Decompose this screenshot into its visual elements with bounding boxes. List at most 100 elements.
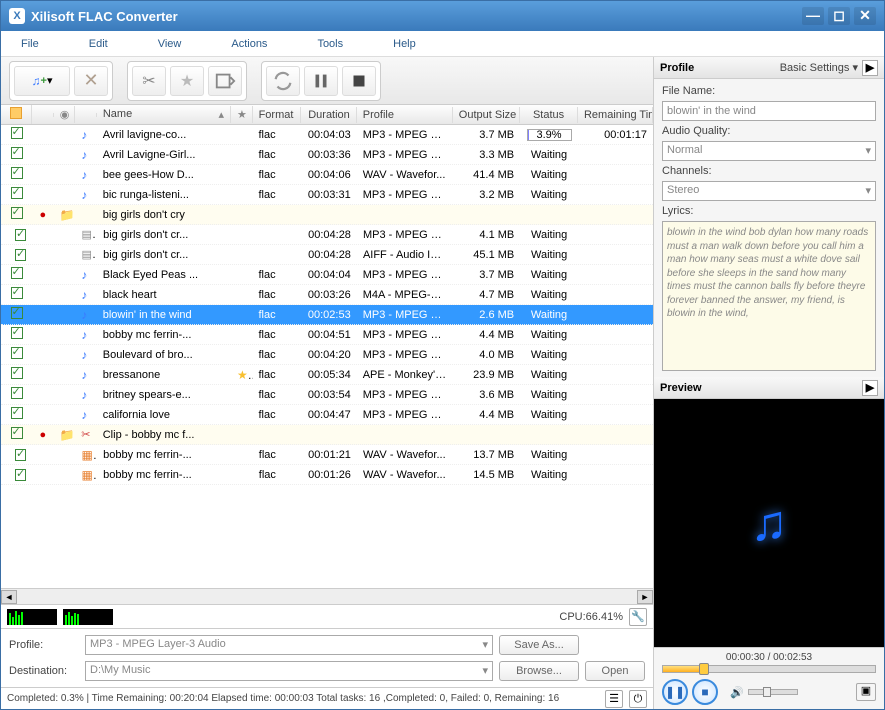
- table-row[interactable]: ♪black heartflac00:03:26M4A - MPEG-4 A..…: [1, 285, 653, 305]
- row-status: Waiting: [520, 467, 578, 483]
- col-status[interactable]: Status: [520, 107, 578, 123]
- menu-actions[interactable]: Actions: [221, 34, 277, 54]
- stop-playback-button[interactable]: ■: [692, 679, 718, 705]
- select-all-checkbox[interactable]: [10, 107, 22, 119]
- row-checkbox[interactable]: [11, 427, 23, 439]
- star-icon[interactable]: ★: [237, 368, 253, 382]
- destination-combo[interactable]: D:\My Music: [85, 661, 493, 681]
- row-checkbox[interactable]: [11, 127, 23, 139]
- browse-button[interactable]: Browse...: [499, 661, 579, 681]
- disc-icon[interactable]: ◉: [54, 106, 76, 123]
- table-row[interactable]: ♪Avril Lavigne-Girl...flac00:03:36MP3 - …: [1, 145, 653, 165]
- stop-button[interactable]: [342, 66, 376, 96]
- row-checkbox[interactable]: [11, 407, 23, 419]
- table-row[interactable]: ●📁big girls don't cry: [1, 205, 653, 225]
- row-checkbox[interactable]: [15, 229, 26, 241]
- col-format[interactable]: Format: [253, 107, 301, 123]
- table-row[interactable]: ▤big girls don't cr...00:04:28AIFF - Aud…: [1, 245, 653, 265]
- favorite-button[interactable]: ★: [170, 66, 204, 96]
- volume-slider[interactable]: [748, 689, 798, 695]
- table-row[interactable]: ♪blowin' in the windflac00:02:53MP3 - MP…: [1, 305, 653, 325]
- convert-button[interactable]: [266, 66, 300, 96]
- add-file-button[interactable]: ♫+ ▾: [14, 66, 70, 96]
- table-row[interactable]: ▤big girls don't cr...00:04:28MP3 - MPEG…: [1, 225, 653, 245]
- row-checkbox[interactable]: [11, 267, 23, 279]
- snapshot-button[interactable]: ▣: [856, 683, 876, 701]
- lyrics-textarea[interactable]: blowin in the wind bob dylan how many ro…: [662, 221, 876, 371]
- actions-on-done-icon[interactable]: ⏻: [629, 690, 647, 708]
- table-row[interactable]: ♪bic runga-listeni...flac00:03:31MP3 - M…: [1, 185, 653, 205]
- scroll-right-icon[interactable]: ►: [637, 590, 653, 604]
- volume-icon[interactable]: 🔊: [730, 686, 744, 699]
- file-grid[interactable]: ♪Avril lavigne-co...flac00:04:03MP3 - MP…: [1, 125, 653, 588]
- menu-help[interactable]: Help: [383, 34, 426, 54]
- col-star[interactable]: ★: [231, 106, 253, 123]
- list-view-icon[interactable]: ☰: [605, 690, 623, 708]
- row-name: black heart: [97, 287, 231, 303]
- lyrics-label: Lyrics:: [662, 205, 876, 217]
- profile-combo[interactable]: MP3 - MPEG Layer-3 Audio: [85, 635, 493, 655]
- table-row[interactable]: ♪bee gees-How D...flac00:04:06WAV - Wave…: [1, 165, 653, 185]
- row-checkbox[interactable]: [11, 167, 23, 179]
- col-output-size[interactable]: Output Size: [453, 107, 520, 123]
- horizontal-scrollbar[interactable]: ◄ ►: [1, 588, 653, 604]
- row-checkbox[interactable]: [11, 187, 23, 199]
- row-checkbox[interactable]: [11, 207, 23, 219]
- maximize-button[interactable]: ◻: [828, 7, 850, 25]
- scroll-left-icon[interactable]: ◄: [1, 590, 17, 604]
- quality-combo[interactable]: Normal: [662, 141, 876, 161]
- row-checkbox[interactable]: [11, 347, 23, 359]
- row-checkbox[interactable]: [11, 147, 23, 159]
- close-button[interactable]: ✕: [854, 7, 876, 25]
- row-checkbox[interactable]: [11, 287, 23, 299]
- delete-button[interactable]: ✕: [74, 66, 108, 96]
- open-button[interactable]: Open: [585, 661, 645, 681]
- remove-icon[interactable]: ●: [40, 429, 47, 441]
- table-row[interactable]: ●📁✂Clip - bobby mc f...: [1, 425, 653, 445]
- col-remaining[interactable]: Remaining Time: [578, 107, 653, 123]
- table-row[interactable]: ♪Black Eyed Peas ...flac00:04:04MP3 - MP…: [1, 265, 653, 285]
- settings-icon[interactable]: 🔧: [629, 608, 647, 626]
- row-checkbox[interactable]: [11, 387, 23, 399]
- play-pause-button[interactable]: ❚❚: [662, 679, 688, 705]
- minimize-button[interactable]: —: [802, 7, 824, 25]
- cut-button[interactable]: ✂: [132, 66, 166, 96]
- row-checkbox[interactable]: [11, 367, 23, 379]
- remove-icon[interactable]: ●: [40, 209, 47, 221]
- col-duration[interactable]: Duration: [301, 107, 357, 123]
- row-checkbox[interactable]: [11, 327, 23, 339]
- save-as-button[interactable]: Save As...: [499, 635, 579, 655]
- row-checkbox[interactable]: [15, 469, 26, 481]
- expand-profile-icon[interactable]: ▶: [862, 60, 878, 76]
- pause-button[interactable]: [304, 66, 338, 96]
- menu-tools[interactable]: Tools: [307, 34, 353, 54]
- table-row[interactable]: ♪Avril lavigne-co...flac00:04:03MP3 - MP…: [1, 125, 653, 145]
- effects-button[interactable]: [208, 66, 242, 96]
- row-name: bobby mc ferrin-...: [97, 467, 231, 483]
- table-row[interactable]: ▦bobby mc ferrin-...flac00:01:26WAV - Wa…: [1, 465, 653, 485]
- menu-edit[interactable]: Edit: [79, 34, 118, 54]
- table-row[interactable]: ♪bobby mc ferrin-...flac00:04:51MP3 - MP…: [1, 325, 653, 345]
- table-row[interactable]: ♪Boulevard of bro...flac00:04:20MP3 - MP…: [1, 345, 653, 365]
- table-row[interactable]: ▦bobby mc ferrin-...flac00:01:21WAV - Wa…: [1, 445, 653, 465]
- row-checkbox[interactable]: [11, 307, 23, 319]
- channels-combo[interactable]: Stereo: [662, 181, 876, 201]
- expand-preview-icon[interactable]: ▶: [862, 380, 878, 396]
- table-row[interactable]: ♪bressanone★flac00:05:34APE - Monkey's .…: [1, 365, 653, 385]
- filename-input[interactable]: [662, 101, 876, 121]
- table-row[interactable]: ♪britney spears-e...flac00:03:54MP3 - MP…: [1, 385, 653, 405]
- table-row[interactable]: ♪california loveflac00:04:47MP3 - MPEG L…: [1, 405, 653, 425]
- col-profile[interactable]: Profile: [357, 107, 453, 123]
- row-checkbox[interactable]: [15, 449, 26, 461]
- music-icon: ♪: [81, 188, 87, 202]
- row-format: flac: [253, 367, 301, 383]
- row-checkbox[interactable]: [15, 249, 26, 261]
- seek-slider[interactable]: [662, 665, 876, 673]
- col-name[interactable]: Name ▴: [97, 106, 231, 123]
- row-status: [520, 433, 578, 437]
- folder-icon: 📁: [60, 428, 76, 442]
- document-icon: ▤: [82, 249, 98, 261]
- basic-settings-dropdown[interactable]: Basic Settings ▾: [780, 61, 858, 74]
- menu-file[interactable]: File: [11, 34, 49, 54]
- menu-view[interactable]: View: [148, 34, 192, 54]
